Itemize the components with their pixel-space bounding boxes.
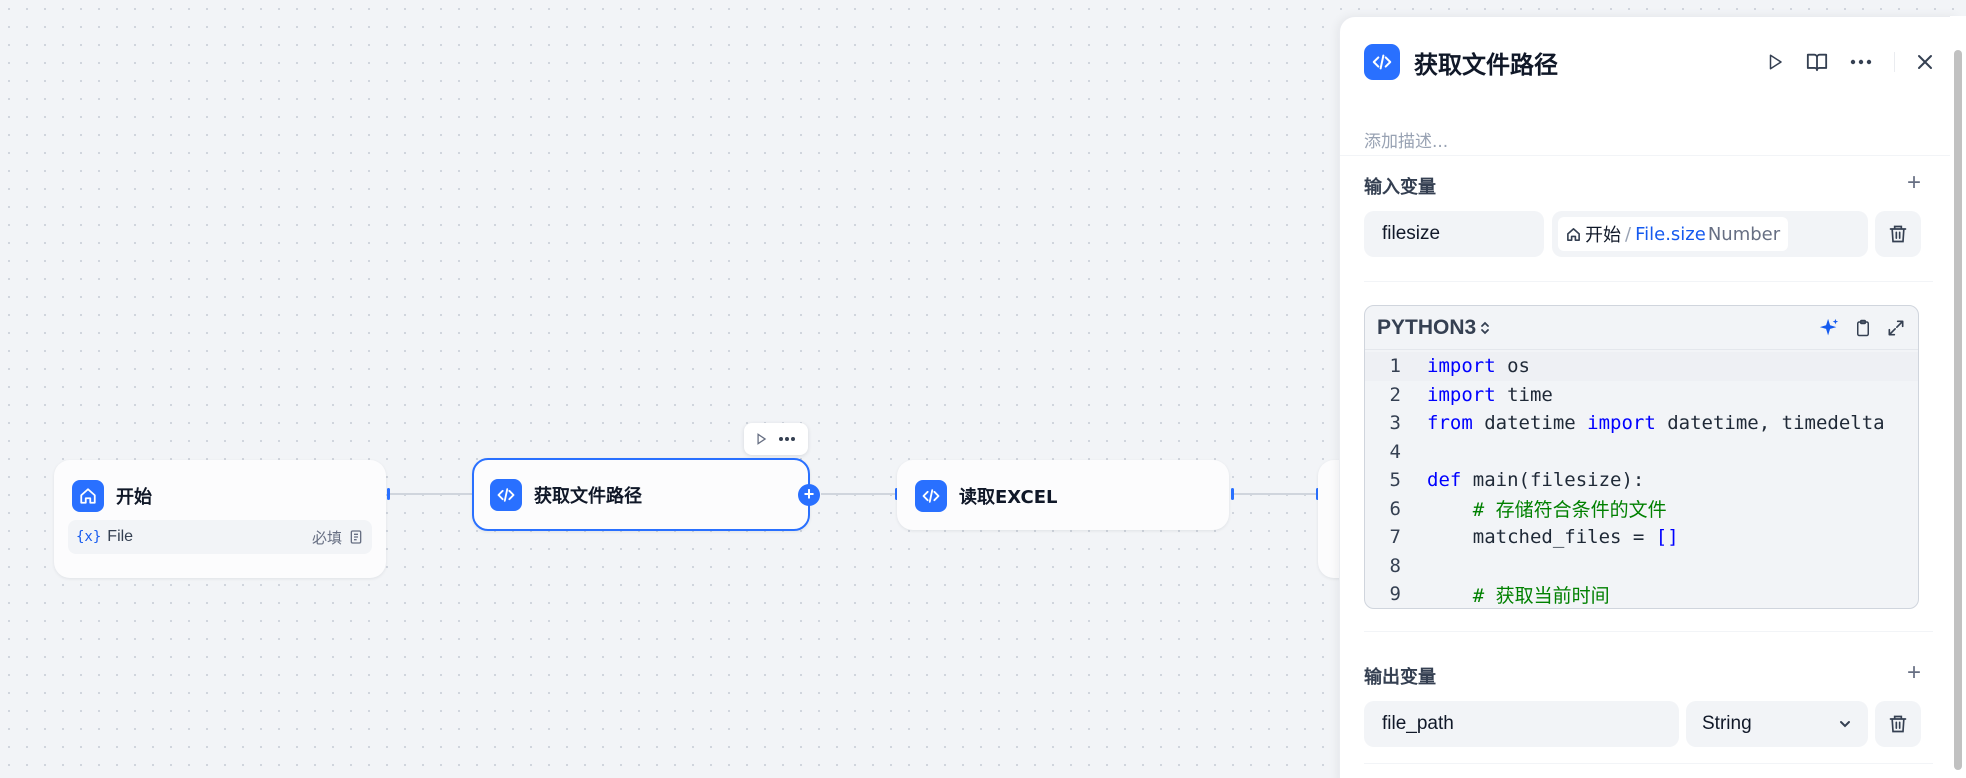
get-file-path-node[interactable]: 获取文件路径 — [472, 458, 810, 531]
start-variable: {x} File 必填 — [68, 520, 372, 554]
divider — [1364, 763, 1933, 764]
variable-icon: {x} — [76, 529, 102, 545]
toolbar-divider — [1894, 52, 1895, 72]
code-token: [] — [1655, 526, 1679, 549]
code-token: main(filesize): — [1461, 469, 1645, 492]
home-icon — [72, 480, 104, 512]
add-input-variable-button[interactable]: + — [1907, 169, 1921, 197]
ai-sparkle-icon[interactable] — [1818, 317, 1840, 339]
node-title: 开始 — [116, 487, 152, 508]
code-token: matched_files = — [1427, 526, 1656, 549]
add-next-node-button[interactable]: + — [798, 484, 820, 506]
ref-variable-path: File.size — [1635, 223, 1706, 245]
line-number: 9 — [1389, 583, 1401, 606]
code-icon — [490, 478, 522, 511]
delete-input-variable-button[interactable] — [1875, 211, 1921, 257]
code-lines[interactable]: 1 import os 2 import time 3 from datetime imp… — [1365, 350, 1918, 608]
line-number: 8 — [1389, 554, 1401, 577]
run-icon[interactable] — [1766, 52, 1784, 72]
variable-reference-chip: 开始 / File.size Number — [1558, 217, 1789, 251]
book-icon[interactable] — [1806, 51, 1828, 73]
code-token: time — [1495, 383, 1553, 406]
chevron-updown-icon — [1481, 321, 1490, 334]
node-settings-panel: 获取文件路径 添加描述... 输入变量 + filesize 开始 / File… — [1339, 16, 1958, 778]
line-number: 2 — [1389, 383, 1401, 406]
clipboard-icon[interactable] — [1854, 317, 1872, 339]
trash-icon — [1889, 715, 1907, 733]
more-icon[interactable] — [1850, 59, 1872, 65]
code-token: # 获取当前时间 — [1427, 584, 1610, 607]
read-excel-node[interactable]: 读取EXCEL — [897, 460, 1229, 530]
divider — [1340, 155, 1957, 156]
ref-separator: / — [1625, 223, 1632, 245]
chevron-down-icon — [1840, 721, 1850, 728]
code-icon — [1364, 44, 1400, 80]
description-input[interactable]: 添加描述... — [1364, 127, 1448, 152]
code-line[interactable]: 7 matched_files = [] — [1365, 523, 1918, 552]
code-token: datetime — [1472, 412, 1588, 435]
code-token: import — [1587, 412, 1656, 435]
language-selector[interactable]: PYTHON3 — [1377, 316, 1491, 340]
node-title: 读取EXCEL — [959, 487, 1058, 508]
edge-start-to-get-path — [390, 493, 472, 495]
code-token: def — [1427, 469, 1462, 492]
panel-scrollbar-thumb[interactable] — [1954, 50, 1962, 770]
output-variable-name-field[interactable]: file_path — [1364, 701, 1679, 747]
line-number: 4 — [1389, 440, 1401, 463]
input-variable-reference[interactable]: 开始 / File.size Number — [1552, 211, 1868, 257]
code-token: # 存储符合条件的文件 — [1427, 499, 1667, 522]
output-variables-title: 输出变量 — [1364, 667, 1436, 688]
code-token: from — [1427, 412, 1473, 435]
start-node[interactable]: 开始 {x} File 必填 — [54, 460, 386, 578]
variable-name: File — [107, 528, 134, 545]
run-icon[interactable] — [754, 432, 768, 446]
output-type-label: String — [1702, 713, 1752, 734]
line-number: 7 — [1389, 526, 1401, 549]
line-number: 6 — [1389, 497, 1401, 520]
divider — [1364, 281, 1933, 282]
code-line[interactable]: 8 — [1365, 552, 1918, 581]
code-token: datetime, timedelta — [1655, 412, 1885, 435]
line-number: 1 — [1389, 355, 1401, 378]
delete-output-variable-button[interactable] — [1875, 701, 1921, 747]
code-token: import — [1427, 383, 1496, 406]
output-variable-type-select[interactable]: String — [1686, 701, 1868, 747]
input-variables-title: 输入变量 — [1364, 177, 1436, 198]
ref-variable-type: Number — [1707, 223, 1781, 245]
line-number: 3 — [1389, 412, 1401, 435]
edge-get-path-to-read-excel — [821, 493, 896, 495]
home-icon — [1567, 227, 1580, 241]
expand-icon[interactable] — [1886, 318, 1906, 338]
language-label: PYTHON3 — [1377, 315, 1477, 339]
trash-icon — [1889, 225, 1907, 243]
code-line[interactable]: 6 # 存储符合条件的文件 — [1365, 495, 1918, 524]
code-line[interactable]: 5 def main(filesize): — [1365, 466, 1918, 495]
file-icon — [350, 530, 362, 544]
code-line[interactable]: 9 # 获取当前时间 — [1365, 580, 1918, 608]
add-output-variable-button[interactable]: + — [1907, 659, 1921, 687]
more-icon[interactable] — [778, 436, 796, 442]
code-icon — [915, 480, 947, 512]
code-line[interactable]: 3 from datetime import datetime, timedelt… — [1365, 409, 1918, 438]
panel-title[interactable]: 获取文件路径 — [1414, 45, 1558, 80]
required-label: 必填 — [311, 528, 342, 547]
node-title: 获取文件路径 — [534, 485, 642, 507]
code-editor[interactable]: PYTHON3 1 import os 2 import time 3 from date… — [1364, 305, 1919, 609]
code-token: os — [1495, 355, 1530, 378]
edge-read-excel-to-next — [1234, 493, 1317, 495]
divider — [1364, 631, 1933, 632]
input-variable-name-field[interactable]: filesize — [1364, 211, 1544, 257]
close-icon[interactable] — [1917, 54, 1933, 70]
code-line[interactable]: 4 — [1365, 438, 1918, 467]
line-number: 5 — [1389, 469, 1401, 492]
code-token: import — [1427, 355, 1496, 378]
ref-node-name: 开始 — [1585, 225, 1621, 246]
node-toolbar — [744, 423, 808, 455]
code-line[interactable]: 1 import os — [1365, 352, 1918, 381]
code-line[interactable]: 2 import time — [1365, 381, 1918, 410]
